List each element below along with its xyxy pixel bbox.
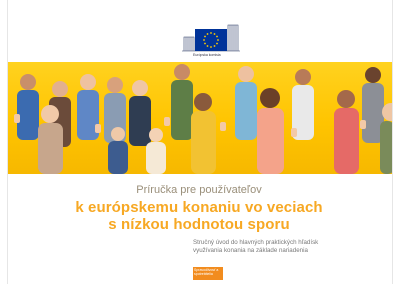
document-cover: Európska komisia Príručka pre používateľ… xyxy=(0,0,398,284)
guide-title-line-1: k európskemu konaniu vo veciach xyxy=(75,199,323,216)
guide-title-line-2: s nízkou hodnotou sporu xyxy=(108,216,290,233)
description-line-1: Stručný úvod do hlavných praktických hľa… xyxy=(193,239,319,246)
organization-name: Európska komisia xyxy=(193,53,221,57)
cover-banner xyxy=(8,62,392,174)
guide-subtitle: Príručka pre používateľov xyxy=(136,184,262,196)
topic-badge: Spravodlivosť a spotrebitelia xyxy=(193,267,223,280)
description-line-2: využívania konania na základe nariadenia xyxy=(193,247,308,254)
group-of-people-illustration xyxy=(14,64,392,174)
eu-flag-building-icon xyxy=(182,24,240,52)
guide-description: Stručný úvod do hlavných praktických hľa… xyxy=(193,239,393,255)
